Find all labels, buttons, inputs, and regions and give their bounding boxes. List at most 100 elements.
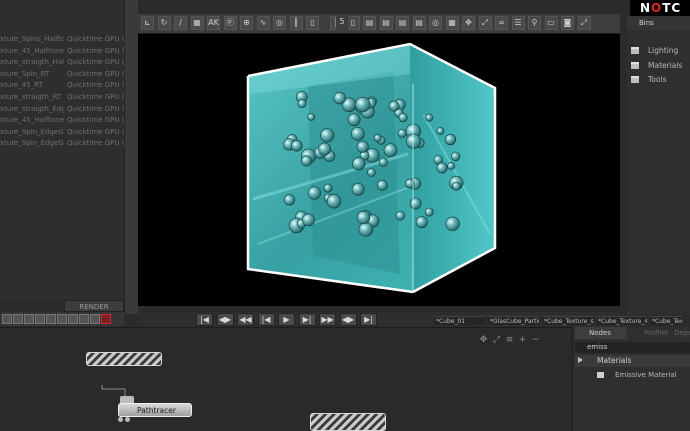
bin-label: Lighting <box>648 46 679 55</box>
render-tool-button[interactable] <box>13 314 23 324</box>
render-tool-button[interactable] <box>2 314 12 324</box>
next-key-icon[interactable]: ▶▶ <box>319 313 336 326</box>
bubble <box>388 100 400 112</box>
queue-item-name: xture_straigth_RT <box>0 93 62 101</box>
nodes-search-input[interactable]: emiss <box>575 342 690 353</box>
bubble <box>397 128 407 138</box>
last-key-icon[interactable]: ◀▶ <box>339 313 357 326</box>
node-port[interactable] <box>125 417 130 422</box>
render-tool-button[interactable] <box>57 314 67 324</box>
menu-icon[interactable]: ≡ <box>504 335 515 346</box>
ak-icon[interactable]: AK <box>207 16 220 30</box>
fit-icon[interactable]: ▭ <box>544 16 558 30</box>
bin-tools[interactable]: Tools <box>627 73 690 86</box>
bins-panel: Lighting Materials Tools <box>627 30 690 315</box>
list-item[interactable]: xture_45_Halftone_01Quicktime GPU ( <box>0 46 124 57</box>
category-materials[interactable]: Materials <box>575 355 690 367</box>
node-item-emissive-material[interactable]: Emissive Material <box>575 369 690 381</box>
bubble <box>307 113 315 121</box>
pivot-icon[interactable]: ⊕ <box>240 16 253 30</box>
collapsed-node[interactable] <box>310 413 386 431</box>
render-tool-button[interactable] <box>46 314 56 324</box>
list-item[interactable]: xture_45_Halftone_EcQuicktime GPU ( <box>0 115 124 126</box>
grid-icon[interactable]: ▦ <box>445 16 459 30</box>
image-icon[interactable]: ▤ <box>412 16 426 30</box>
list-item[interactable]: xture_straigth_EdgeGQuicktime GPU ( <box>0 104 124 115</box>
scene-tab[interactable]: *Cube_01 <box>434 316 485 325</box>
camera-icon[interactable]: ◙ <box>561 16 574 30</box>
expand-triangle-icon[interactable] <box>578 357 583 363</box>
play-icon[interactable]: ▶ <box>278 313 295 326</box>
render-tool-button[interactable] <box>101 314 111 324</box>
bubble <box>291 139 303 152</box>
render-tool-button[interactable] <box>79 314 89 324</box>
viewer-toolbar: ⊾↻∕▦AKⓅ⊕∿◎║▯║▯▤▤▤▤◎▦✥⤢∞☰⚲▭◙⤢5 <box>138 14 620 34</box>
list-item[interactable]: xture_Spin_EdgeGlowQuicktime GPU ( <box>0 138 124 149</box>
target-icon[interactable]: ◎ <box>429 16 442 30</box>
image-icon[interactable]: ▤ <box>379 16 393 30</box>
bubble <box>350 126 365 141</box>
list-item[interactable]: xture_straigth_HalftoQuicktime GPU ( <box>0 57 124 68</box>
expand-icon[interactable]: ⤢ <box>478 16 492 30</box>
render-tab[interactable]: RENDER <box>64 300 124 312</box>
bubble <box>297 99 307 109</box>
tab-nodes[interactable]: Nodes <box>575 327 627 339</box>
viewport[interactable] <box>138 34 620 306</box>
bin-label: Tools <box>648 75 667 84</box>
axis-icon[interactable]: ⊾ <box>141 16 154 30</box>
bars-icon[interactable]: ║ <box>289 16 303 30</box>
queue-item-name: xture_Spin_EdgeGlow_ <box>0 127 64 136</box>
bubble <box>378 157 388 167</box>
bubble <box>436 127 445 135</box>
bubble <box>333 91 346 105</box>
bin-materials[interactable]: Materials <box>627 59 690 72</box>
expand-icon[interactable]: ⤢ <box>577 16 591 30</box>
target-icon[interactable]: ◎ <box>273 16 286 30</box>
p-icon[interactable]: Ⓟ <box>223 16 237 30</box>
list-item[interactable]: xture_Spins_Halftone_Quicktime GPU ( <box>0 34 124 45</box>
render-tool-button[interactable] <box>68 314 78 324</box>
node-port[interactable] <box>118 417 123 422</box>
scene-tab[interactable]: *Cube_Texture <box>650 316 682 325</box>
transport-bar: |◀ ◀▶ ◀◀ |◀ ▶ ▶| ▶▶ ◀▶ ▶| *Cube_01 *GlasCube_Parti… <box>138 312 682 327</box>
counter-icon[interactable]: ▯ <box>306 16 319 30</box>
grid-icon[interactable]: ▦ <box>190 16 204 30</box>
link-icon[interactable]: ∞ <box>495 16 508 30</box>
step-forward-icon[interactable]: ▶| <box>298 313 316 326</box>
render-tool-button[interactable] <box>24 314 34 324</box>
render-tool-button[interactable] <box>90 314 100 324</box>
tab-dependencies[interactable]: Depe <box>658 328 690 339</box>
pathtracer-node[interactable]: Pathtracer <box>118 403 192 417</box>
scene-tab[interactable]: *Cube_Texture_45 <box>596 316 647 325</box>
list-item[interactable]: xture_Spin_RT Quicktime GPU ( <box>0 69 124 80</box>
bubble <box>318 142 332 156</box>
pen-icon[interactable]: ∕ <box>174 16 187 30</box>
plus-icon[interactable]: + <box>517 335 528 346</box>
last-frame-icon[interactable]: ▶| <box>360 313 377 326</box>
list-item[interactable]: xture_straigth_RT Quicktime GPU ( <box>0 92 124 103</box>
step-back-icon[interactable]: ◀◀ <box>237 313 254 326</box>
play-back-icon[interactable]: |◀ <box>257 313 275 326</box>
list-item[interactable]: xture_45_RT Quicktime GPU ( <box>0 80 124 91</box>
minus-icon[interactable]: − <box>530 335 541 346</box>
counter-icon[interactable]: ▯ <box>346 16 360 30</box>
scene-tab[interactable]: *Cube_Texture_str <box>542 316 593 325</box>
collapsed-node[interactable] <box>86 352 162 366</box>
move-icon[interactable]: ✥ <box>478 335 489 346</box>
move-icon[interactable]: ✥ <box>462 16 475 30</box>
wave-icon[interactable]: ∿ <box>256 16 270 30</box>
image-icon[interactable]: ▤ <box>363 16 376 30</box>
prev-key-icon[interactable]: ◀▶ <box>216 313 234 326</box>
menu-icon[interactable]: ☰ <box>511 16 525 30</box>
render-tool-button[interactable] <box>35 314 45 324</box>
search-icon[interactable]: ⚲ <box>528 16 541 30</box>
expand-icon[interactable]: ⤢ <box>491 335 502 346</box>
image-icon[interactable]: ▤ <box>396 16 409 30</box>
bin-lighting[interactable]: Lighting <box>627 44 690 57</box>
rotate-icon[interactable]: ↻ <box>157 16 171 30</box>
list-item[interactable]: xture_Spin_EdgeGlow_Quicktime GPU ( <box>0 127 124 138</box>
scene-tab[interactable]: *GlasCube_Partic <box>488 316 539 325</box>
panel-divider[interactable] <box>124 0 138 314</box>
first-frame-icon[interactable]: |◀ <box>196 313 213 326</box>
queue-item-name: xture_Spin_EdgeGlow <box>0 139 64 148</box>
